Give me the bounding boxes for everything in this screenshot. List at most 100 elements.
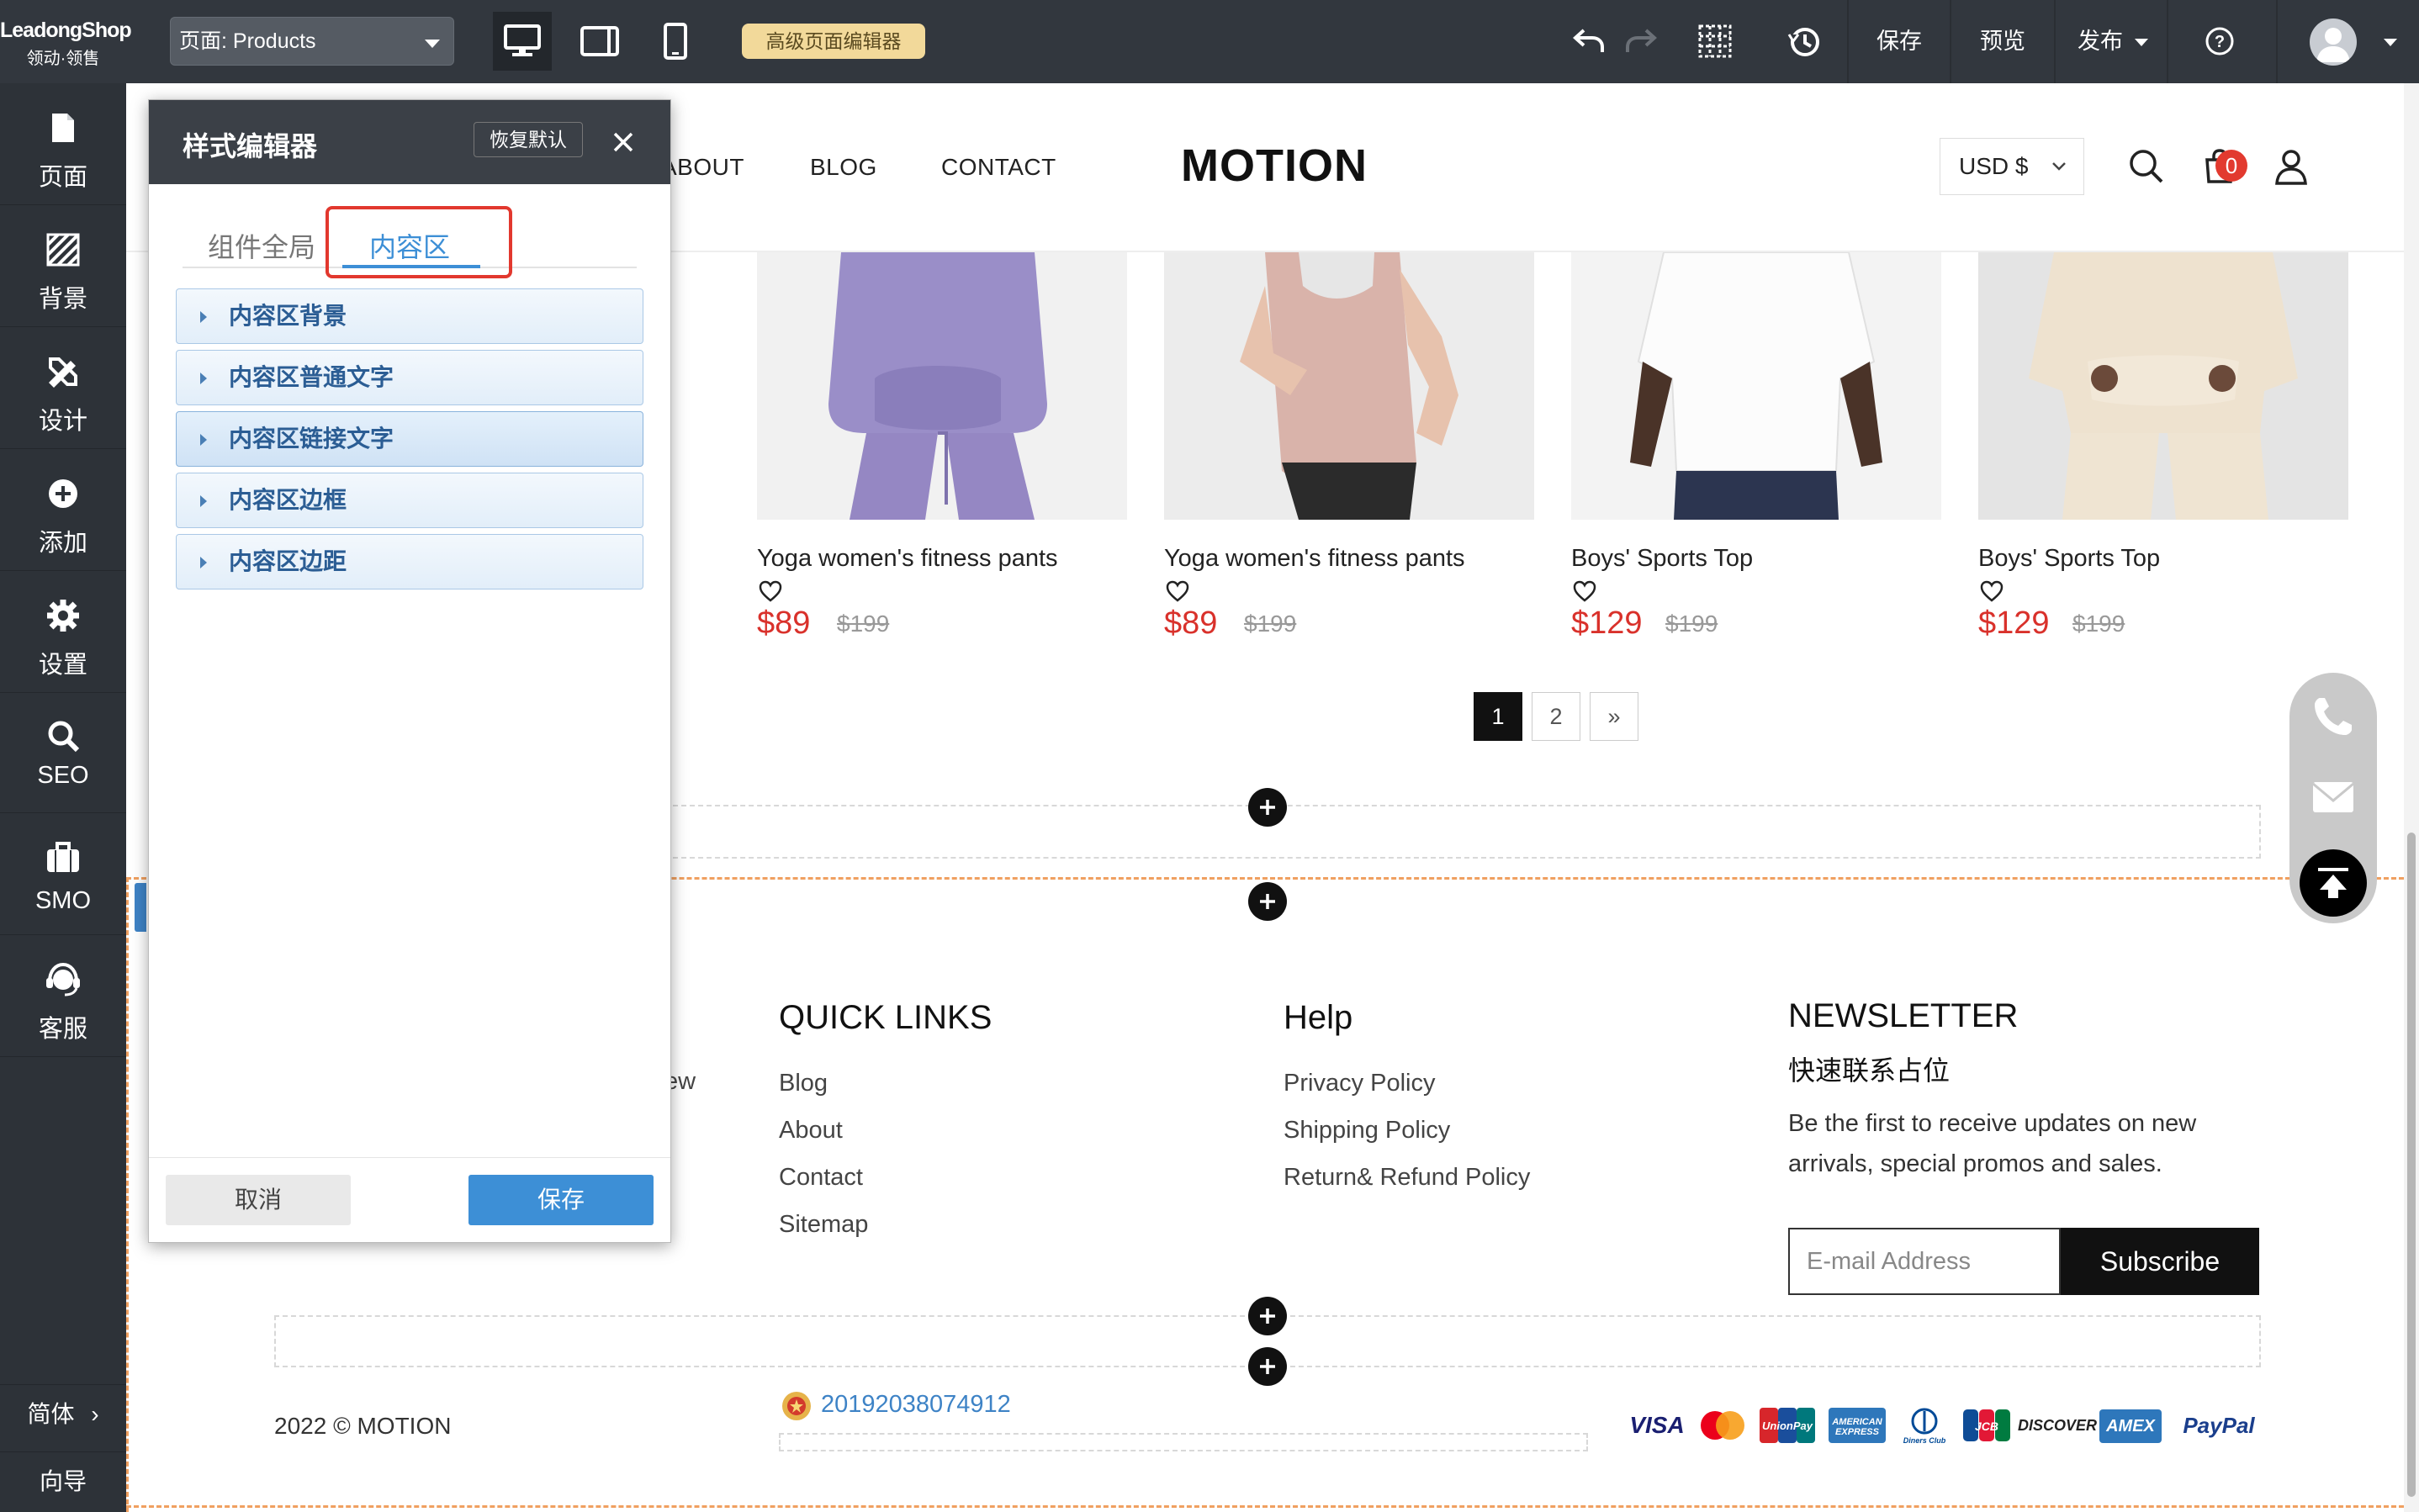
white-tshirt-image xyxy=(1571,252,1941,520)
publish-button[interactable]: 发布 xyxy=(2056,0,2189,83)
sidebar-item-label: 添加 xyxy=(38,530,87,557)
help-icon: ? xyxy=(2205,27,2234,56)
wishlist-button[interactable] xyxy=(759,580,782,606)
footer-link-refund[interactable]: Return& Refund Policy xyxy=(1284,1164,1530,1192)
nav-about[interactable]: ABOUT xyxy=(661,154,744,181)
grid-button[interactable] xyxy=(1692,19,1738,64)
product-old-price: $199 xyxy=(1665,611,1718,637)
user-avatar[interactable] xyxy=(2310,19,2357,66)
wishlist-button[interactable] xyxy=(1573,580,1596,606)
product-old-price: $199 xyxy=(837,611,890,637)
sidebar-item-background[interactable]: 背景 xyxy=(0,205,126,327)
sidebar-item-service[interactable]: 客服 xyxy=(0,935,126,1057)
email-contact-button[interactable] xyxy=(2310,774,2357,825)
desktop-icon xyxy=(504,24,541,56)
pagination-page-1[interactable]: 1 xyxy=(1474,692,1522,741)
section-content-background[interactable]: 内容区背景 xyxy=(176,288,643,344)
product-name[interactable]: Yoga women's fitness pants xyxy=(757,545,1058,573)
section-label: 内容区普通文字 xyxy=(229,364,394,390)
pagination-page-2[interactable]: 2 xyxy=(1532,692,1580,741)
nav-contact[interactable]: CONTACT xyxy=(941,154,1056,181)
back-to-top-button[interactable] xyxy=(2300,849,2367,917)
site-search-button[interactable] xyxy=(2128,148,2165,189)
tablet-view-button[interactable] xyxy=(570,12,629,71)
plus-icon xyxy=(1260,894,1275,909)
logo-line1: LeadongShop xyxy=(0,19,132,42)
footer-link-sitemap[interactable]: Sitemap xyxy=(779,1211,868,1239)
footer-link-blog[interactable]: Blog xyxy=(779,1070,828,1097)
chevron-down-icon[interactable] xyxy=(2384,39,2397,46)
scrollbar-thumb[interactable] xyxy=(2407,833,2416,1497)
plus-icon xyxy=(1260,1308,1275,1324)
phone-contact-button[interactable] xyxy=(2310,693,2357,744)
guide-button[interactable]: 向导 xyxy=(0,1451,126,1511)
newsletter-email-input[interactable]: E-mail Address xyxy=(1788,1228,2061,1295)
redo-button[interactable] xyxy=(1618,19,1664,64)
toolbar-divider xyxy=(2167,0,2168,83)
reset-default-button[interactable]: 恢复默认 xyxy=(474,122,583,157)
advanced-editor-badge[interactable]: 高级页面编辑器 xyxy=(742,24,925,59)
grid-icon xyxy=(1698,24,1732,58)
history-button[interactable] xyxy=(1781,19,1827,64)
close-button[interactable] xyxy=(606,125,640,159)
help-button[interactable]: ? xyxy=(2197,19,2242,64)
product-image-3[interactable] xyxy=(1571,252,1941,520)
add-section-button[interactable] xyxy=(1248,1347,1287,1386)
wishlist-button[interactable] xyxy=(1166,580,1189,606)
mobile-view-button[interactable] xyxy=(646,12,705,71)
save-button[interactable]: 保存 xyxy=(468,1175,654,1225)
site-brand-logo[interactable]: MOTION xyxy=(1181,140,1368,192)
sidebar-item-label: SEO xyxy=(37,762,89,789)
save-button[interactable]: 保存 xyxy=(1849,0,1950,83)
sidebar-item-add[interactable]: 添加 xyxy=(0,449,126,571)
section-content-link-text[interactable]: 内容区链接文字 xyxy=(176,411,643,467)
sidebar-item-smo[interactable]: SMO xyxy=(0,813,126,935)
preview-button[interactable]: 预览 xyxy=(1951,0,2054,83)
footer-link-contact[interactable]: Contact xyxy=(779,1164,863,1192)
product-name[interactable]: Boys' Sports Top xyxy=(1571,545,1753,573)
product-image-2[interactable] xyxy=(1164,252,1534,520)
section-content-margin[interactable]: 内容区边距 xyxy=(176,534,643,589)
settings-icon xyxy=(42,595,84,637)
svg-text:UnionPay: UnionPay xyxy=(1762,1419,1813,1432)
add-section-button[interactable] xyxy=(1248,1297,1287,1335)
background-icon xyxy=(42,229,84,271)
svg-text:JCB: JCB xyxy=(1975,1419,1998,1433)
newsletter-description: Be the first to receive updates on new a… xyxy=(1788,1110,2197,1177)
add-section-button[interactable] xyxy=(1248,882,1287,921)
footer-link-shipping[interactable]: Shipping Policy xyxy=(1284,1117,1450,1145)
sidebar-item-page[interactable]: 页面 xyxy=(0,83,126,205)
sidebar-item-seo[interactable]: SEO xyxy=(0,693,126,813)
footer-link-about[interactable]: About xyxy=(779,1117,843,1145)
chevron-down-icon xyxy=(2134,39,2148,47)
undo-button[interactable] xyxy=(1566,19,1612,64)
wishlist-button[interactable] xyxy=(1980,580,2003,606)
tab-component-global[interactable]: 组件全局 xyxy=(208,226,315,265)
cart-count-badge: 0 xyxy=(2215,150,2247,182)
cart-button[interactable]: 0 xyxy=(2202,148,2247,189)
currency-select[interactable]: USD $ xyxy=(1940,138,2084,195)
cancel-button[interactable]: 取消 xyxy=(166,1175,351,1225)
footer-link-privacy[interactable]: Privacy Policy xyxy=(1284,1070,1436,1097)
icp-license-link[interactable]: 20192038074912 xyxy=(821,1391,1011,1419)
section-content-border[interactable]: 内容区边框 xyxy=(176,473,643,528)
copyright-text: 2022 © MOTION xyxy=(274,1413,452,1439)
chevron-right-icon: › xyxy=(91,1401,99,1427)
subscribe-button[interactable]: Subscribe xyxy=(2061,1228,2259,1295)
page-select-dropdown[interactable]: 页面: Products xyxy=(170,17,454,66)
pagination-next[interactable]: » xyxy=(1590,692,1638,741)
sidebar-item-design[interactable]: 设计 xyxy=(0,327,126,449)
sidebar-item-settings[interactable]: 设置 xyxy=(0,571,126,693)
desktop-view-button[interactable] xyxy=(493,12,552,71)
section-content-text[interactable]: 内容区普通文字 xyxy=(176,350,643,405)
language-switch[interactable]: 简体 › xyxy=(0,1384,126,1444)
product-name[interactable]: Boys' Sports Top xyxy=(1978,545,2160,573)
add-section-button[interactable] xyxy=(1248,788,1287,827)
product-name[interactable]: Yoga women's fitness pants xyxy=(1164,545,1465,573)
account-button[interactable] xyxy=(2274,148,2308,189)
caret-right-icon xyxy=(200,373,207,384)
product-image-4[interactable] xyxy=(1978,252,2348,520)
dialog-header[interactable]: 样式编辑器 恢复默认 xyxy=(149,100,670,184)
product-image-1[interactable] xyxy=(757,252,1127,520)
nav-blog[interactable]: BLOG xyxy=(810,154,877,181)
